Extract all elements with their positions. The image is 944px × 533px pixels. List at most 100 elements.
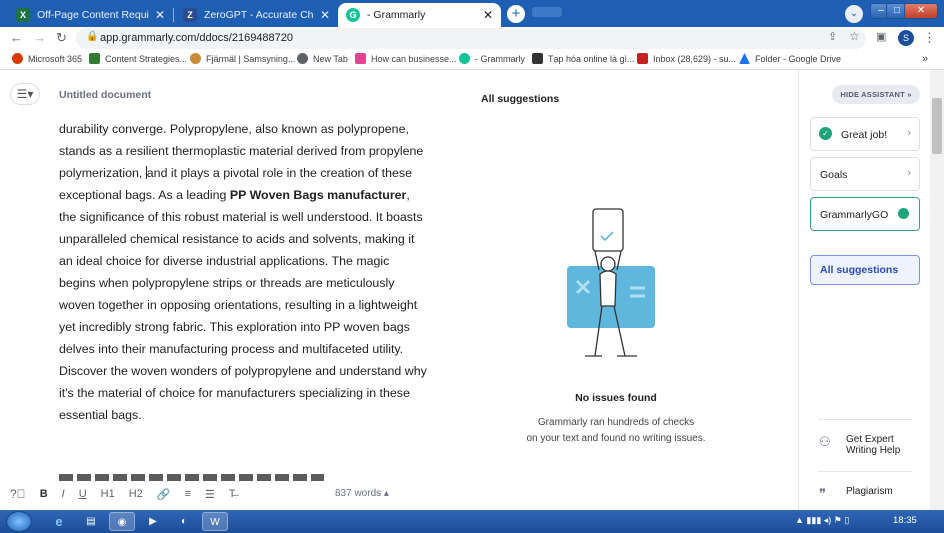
forward-icon[interactable]: → — [33, 30, 46, 45]
heading-1-button[interactable]: H1 — [101, 488, 115, 500]
clear-format-icon[interactable]: T̶ — [229, 488, 236, 500]
expert-help-line: Get Expert — [846, 434, 894, 445]
menu-kebab-icon[interactable]: ⋮ — [923, 30, 936, 46]
share-icon[interactable]: ⇪ — [828, 30, 837, 43]
scrollbar-thumb[interactable] — [932, 98, 942, 154]
link-icon[interactable]: 🔗 — [157, 488, 171, 501]
close-icon[interactable]: ✕ — [483, 8, 493, 22]
hide-assistant-label: HIDE ASSISTANT — [840, 90, 905, 99]
illustration-head — [600, 256, 616, 272]
check-circle-icon: ✓ — [819, 127, 832, 140]
bullet-list-icon[interactable]: ☰ — [205, 488, 215, 501]
quote-icon: ❞ — [819, 486, 826, 501]
side-panel-icon[interactable]: ▣ — [876, 30, 886, 43]
start-button[interactable] — [6, 511, 32, 532]
text-editor[interactable]: durability converge. Polypropylene, also… — [59, 118, 429, 426]
media-player-icon[interactable]: ▶ — [140, 512, 166, 531]
great-job-label: Great job! — [841, 129, 888, 141]
document-menu-button[interactable]: ☰▾ — [10, 83, 40, 105]
profile-avatar[interactable]: S — [898, 30, 914, 46]
tab-zerogpt[interactable]: Z ZeroGPT - Accurate Chat GPT, GI ✕ — [175, 3, 338, 27]
no-issues-title: No issues found — [575, 392, 657, 404]
chrome-taskbar-icon[interactable]: ◉ — [109, 512, 135, 531]
no-issues-line: Grammarly ran hundreds of checks — [537, 417, 695, 428]
browser-toolbar: ← → ↻ 🔒 app.grammarly.com/ddocs/21694887… — [0, 27, 944, 50]
chevron-right-icon: › — [907, 127, 911, 139]
bookmark-favicon-icon — [89, 53, 100, 64]
bookmark-label: Tạp hóa online là gì... — [548, 53, 635, 64]
ordered-list-icon[interactable]: ≡ — [184, 488, 190, 500]
zerogpt-icon: Z — [183, 8, 197, 22]
goals-label: Goals — [820, 169, 848, 181]
back-icon[interactable]: ← — [10, 30, 23, 45]
bookmark-inbox[interactable]: Inbox (28,629) - su... — [637, 53, 736, 64]
tab-grammarly[interactable]: G - Grammarly ✕ — [338, 3, 501, 27]
bookmark-content-strategies[interactable]: Content Strategies... — [89, 53, 187, 64]
bookmark-new-tab[interactable]: New Tab — [297, 53, 348, 64]
bookmark-google-drive[interactable]: Folder - Google Drive — [739, 53, 841, 64]
word-taskbar-icon[interactable]: W — [202, 512, 228, 531]
bookmarks-bar: Microsoft 365 Content Strategies... Fjär… — [0, 50, 944, 70]
chevron-right-icon: › — [907, 167, 911, 179]
bookmark-label: New Tab — [313, 53, 348, 64]
italic-button[interactable]: I — [62, 488, 65, 500]
document-title[interactable]: Untitled document — [59, 89, 151, 101]
great-job-card[interactable]: ✓ Great job! › — [810, 117, 920, 151]
bookmark-tap-hoa[interactable]: Tạp hóa online là gì... — [532, 53, 635, 64]
tab-off-page-content[interactable]: X Off-Page Content Requirement S ✕ — [8, 3, 173, 27]
address-bar[interactable]: 🔒 app.grammarly.com/ddocs/2169488720 ⇪ ☆ — [76, 28, 866, 49]
format-toolbar: ?⃝ B I U H1 H2 🔗 ≡ ☰ T̶ — [10, 485, 250, 503]
heading-2-button[interactable]: H2 — [129, 488, 143, 500]
bookmark-favicon-icon — [532, 53, 543, 64]
url-text: app.grammarly.com/ddocs/2169488720 — [100, 32, 294, 44]
no-issues-illustration — [567, 208, 655, 357]
more-bookmarks-icon[interactable]: » — [922, 53, 928, 65]
grammarly-icon: G — [346, 8, 360, 22]
gmail-icon — [637, 53, 648, 64]
rail-divider — [818, 471, 912, 472]
expert-help-line: Writing Help — [846, 445, 901, 456]
bookmark-how-can-businesses[interactable]: How can businesse... — [355, 53, 457, 64]
bookmark-label: Folder - Google Drive — [755, 53, 842, 64]
lightbulb-icon — [898, 208, 909, 219]
google-drive-icon — [739, 53, 750, 64]
grammarly-editor-page: ☰▾ Untitled document durability converge… — [0, 70, 944, 510]
internet-explorer-icon[interactable]: e — [46, 512, 72, 531]
file-explorer-icon[interactable]: ▤ — [78, 512, 104, 531]
bookmark-label: - Grammarly — [475, 53, 525, 64]
bookmark-fjarmal[interactable]: Fjärmäl | Samsyning... — [190, 53, 295, 64]
bookmark-label: Content Strategies... — [105, 53, 188, 64]
lock-icon: 🔒 — [86, 31, 99, 42]
reload-icon[interactable]: ↻ — [56, 30, 67, 46]
bookmark-label: Microsoft 365 — [28, 53, 83, 64]
all-suggestions-card[interactable]: All suggestions — [810, 255, 920, 285]
new-tab-button[interactable]: + — [507, 5, 525, 23]
grammarlygo-card[interactable]: GrammarlyGO — [810, 197, 920, 231]
tab-search-icon[interactable]: ⌄ — [845, 5, 863, 23]
bold-button[interactable]: B — [40, 488, 48, 500]
help-icon[interactable]: ?⃝ — [10, 487, 26, 501]
bookmark-label: How can businesse... — [371, 53, 457, 64]
system-tray[interactable]: ▲ ▮▮▮ ◂) ⚑ ▯ — [795, 515, 849, 526]
bookmark-grammarly[interactable]: - Grammarly — [459, 53, 525, 64]
page-scrollbar[interactable] — [930, 70, 944, 510]
window-close-button[interactable]: ✕ — [904, 3, 938, 19]
no-issues-description: Grammarly ran hundreds of checks on your… — [512, 415, 720, 447]
bookmark-microsoft-365[interactable]: Microsoft 365 — [12, 53, 82, 64]
word-count[interactable]: 837 words ▴ — [335, 488, 389, 499]
globe-icon — [297, 53, 308, 64]
taskbar-clock[interactable]: 18:35 — [893, 515, 917, 526]
close-icon[interactable]: ✕ — [320, 8, 330, 22]
paragraph-text: , the significance of this robust materi… — [59, 188, 427, 422]
no-issues-line: on your text and found no writing issues… — [526, 433, 706, 444]
microsoft-365-icon — [12, 53, 23, 64]
browser-tab-strip: X Off-Page Content Requirement S ✕ Z Zer… — [0, 0, 944, 27]
bookmark-star-icon[interactable]: ☆ — [849, 29, 860, 43]
underline-button[interactable]: U — [79, 488, 87, 500]
windows-taskbar: e ▤ ◉ ▶ ◐ W ▲ ▮▮▮ ◂) ⚑ ▯ 18:35 — [0, 510, 944, 533]
close-icon[interactable]: ✕ — [155, 8, 165, 22]
edge-icon[interactable]: ◐ — [171, 512, 197, 531]
bookmark-favicon-icon — [355, 53, 366, 64]
goals-card[interactable]: Goals › — [810, 157, 920, 191]
hide-assistant-button[interactable]: HIDE ASSISTANT » — [832, 85, 920, 104]
